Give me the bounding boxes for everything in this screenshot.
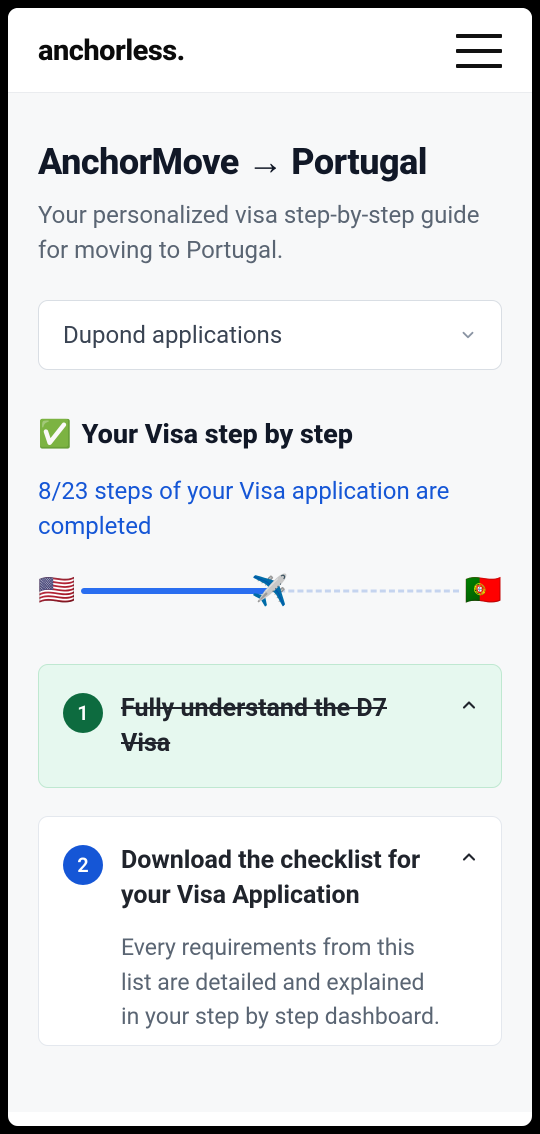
check-icon: ✅ xyxy=(38,418,72,450)
page-body: AnchorMove → Portugal Your personalized … xyxy=(8,93,532,1112)
progress-bar: 🇺🇸 ✈️ 🇵🇹 xyxy=(38,573,502,608)
application-select-value: Dupond applications xyxy=(63,321,282,349)
flag-to-icon: 🇵🇹 xyxy=(465,573,502,608)
application-select[interactable]: Dupond applications xyxy=(38,300,502,370)
chevron-down-icon xyxy=(459,326,477,344)
progress-text: 8/23 steps of your Visa application are … xyxy=(38,474,502,544)
page-subtitle: Your personalized visa step-by-step guid… xyxy=(38,198,502,268)
step-card-body: Download the checklist for your Visa App… xyxy=(121,843,477,1035)
page-title: AnchorMove → Portugal xyxy=(38,141,502,184)
flag-from-icon: 🇺🇸 xyxy=(38,573,75,608)
step-card-1[interactable]: 1 Fully understand the D7 Visa xyxy=(38,664,502,788)
step-badge: 1 xyxy=(63,693,103,733)
progress-remaining xyxy=(270,589,459,592)
steps-heading-text: Your Visa step by step xyxy=(82,418,353,450)
step-card-title: Fully understand the D7 Visa xyxy=(121,691,441,761)
progress-track: ✈️ xyxy=(81,576,458,606)
header: anchorless. xyxy=(8,8,532,93)
progress-done xyxy=(81,588,270,594)
logo: anchorless. xyxy=(38,34,185,68)
chevron-up-icon[interactable] xyxy=(459,847,479,867)
app-frame: anchorless. AnchorMove → Portugal Your p… xyxy=(0,0,540,1134)
step-badge: 2 xyxy=(63,845,103,885)
step-card-desc: Every requirements from this list are de… xyxy=(121,931,441,1035)
step-card-body: Fully understand the D7 Visa xyxy=(121,691,477,761)
step-card-title: Download the checklist for your Visa App… xyxy=(121,843,441,913)
menu-icon[interactable] xyxy=(456,34,502,68)
step-card-2[interactable]: 2 Download the checklist for your Visa A… xyxy=(38,816,502,1046)
steps-heading: ✅ Your Visa step by step xyxy=(38,418,502,450)
plane-icon: ✈️ xyxy=(251,573,288,608)
chevron-up-icon[interactable] xyxy=(459,695,479,715)
